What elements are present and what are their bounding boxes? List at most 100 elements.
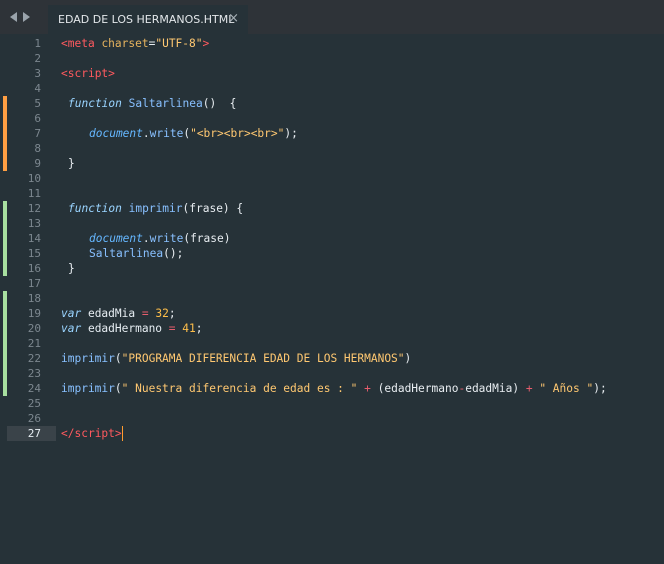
code-line: 1 <meta charset="UTF-8"> (3, 36, 664, 51)
line-number: 20 (27, 322, 41, 335)
code-line: 4 (3, 81, 664, 96)
tag-open-bracket: < (61, 37, 68, 50)
code-text: var edadMia = 32; (61, 306, 176, 321)
code-text: <meta charset="UTF-8"> (61, 36, 209, 51)
line-number: 23 (27, 367, 41, 380)
object-name: document (89, 232, 143, 245)
code-text: } (68, 157, 75, 170)
line-number: 13 (27, 217, 41, 230)
code-line: 17 (3, 276, 664, 291)
code-punctuation: (frase) { (182, 202, 244, 215)
code-expression: edadMia) (465, 382, 526, 395)
code-line: 12 function imprimir(frase) { (3, 201, 664, 216)
operator: = (168, 322, 176, 335)
tag-name: script (74, 427, 115, 440)
code-text: function imprimir(frase) { (68, 201, 243, 216)
line-number: 19 (27, 307, 41, 320)
function-name: Saltarlinea (121, 97, 203, 110)
code-line: 15 Saltarlinea(); (3, 246, 664, 261)
code-line: 3 <script> (3, 66, 664, 81)
code-text: </script> (61, 426, 123, 441)
code-punctuation: ; (195, 322, 203, 335)
line-number: 8 (34, 142, 41, 155)
tab-title: EDAD DE LOS HERMANOS.HTML (58, 13, 235, 26)
code-line: 22 imprimir("PROGRAMA DIFERENCIA EDAD DE… (3, 351, 664, 366)
line-number: 22 (27, 352, 41, 365)
number-literal: 41 (175, 322, 196, 335)
code-expression: (edadHermano (370, 382, 459, 395)
line-number: 17 (27, 277, 41, 290)
number-literal: 32 (148, 307, 169, 320)
object-name: document (89, 127, 143, 140)
attribute-name: charset (94, 37, 149, 50)
previous-tab-icon[interactable] (10, 12, 17, 22)
tag-open-bracket: </ (61, 427, 75, 440)
function-call: imprimir (61, 352, 115, 365)
code-line: 18 (3, 291, 664, 306)
code-text: function Saltarlinea() { (68, 96, 236, 111)
tab-edad-de-los-hermanos[interactable]: EDAD DE LOS HERMANOS.HTML × (48, 5, 248, 34)
code-editor-window: EDAD DE LOS HERMANOS.HTML × 1 <meta char… (0, 0, 664, 564)
tag-close-bracket: > (114, 427, 122, 440)
code-line: 7 document.write("<br><br><br>"); (3, 126, 664, 141)
line-number: 9 (34, 157, 41, 170)
close-tab-icon[interactable]: × (228, 11, 239, 26)
code-line: 13 (3, 216, 664, 231)
code-punctuation: ); (284, 127, 298, 140)
next-tab-icon[interactable] (23, 12, 30, 22)
code-text: document.write("<br><br><br>"); (89, 126, 298, 141)
line-number: 26 (27, 412, 41, 425)
code-text: <script> (61, 66, 115, 81)
line-number: 6 (34, 112, 41, 125)
keyword: var (61, 322, 82, 335)
line-number: 7 (34, 127, 41, 140)
code-text: Saltarlinea(); (89, 246, 183, 261)
code-text: document.write(frase) (89, 231, 230, 246)
code-line: 24 imprimir(" Nuestra diferencia de edad… (3, 381, 664, 396)
operator: = (141, 307, 149, 320)
tag-open-bracket: < (61, 67, 68, 80)
editor-pane[interactable]: 1 <meta charset="UTF-8"> 2 3 <script> 4 … (3, 34, 664, 564)
code-dot: . (142, 232, 150, 245)
function-call: Saltarlinea (89, 247, 164, 260)
code-line: 14 document.write(frase) (3, 231, 664, 246)
line-number: 11 (27, 187, 41, 200)
code-line: 8 (3, 141, 664, 156)
method-name: write (149, 232, 184, 245)
tag-close-bracket: > (202, 37, 210, 50)
line-number: 14 (27, 232, 41, 245)
string-literal: " Nuestra diferencia de edad es : " (121, 382, 358, 395)
tag-close-bracket: > (108, 67, 115, 80)
variable-name: edadHermano (81, 322, 169, 335)
line-number: 21 (27, 337, 41, 350)
code-line: 9 } (3, 156, 664, 171)
code-line: 21 (3, 336, 664, 351)
code-text: imprimir("PROGRAMA DIFERENCIA EDAD DE LO… (61, 351, 411, 366)
method-name: write (149, 127, 184, 140)
line-number: 16 (27, 262, 41, 275)
attribute-value: "UTF-8" (155, 37, 203, 50)
line-number: 25 (27, 397, 41, 410)
function-name: imprimir (121, 202, 183, 215)
line-number: 24 (27, 382, 41, 395)
code-punctuation: (frase) (183, 232, 231, 245)
line-number: 18 (27, 292, 41, 305)
tag-name: script (67, 67, 109, 80)
code-line: 19 var edadMia = 32; (3, 306, 664, 321)
keyword: var (61, 307, 82, 320)
operator: + (525, 382, 533, 395)
code-line: 2 (3, 51, 664, 66)
code-line: 11 (3, 186, 664, 201)
line-number: 12 (27, 202, 41, 215)
code-punctuation: ; (168, 307, 176, 320)
line-number: 4 (34, 82, 41, 95)
code-line: 25 (3, 396, 664, 411)
code-punctuation: ) (404, 352, 412, 365)
line-number: 5 (34, 97, 41, 110)
code-line: 23 (3, 366, 664, 381)
code-dot: . (142, 127, 150, 140)
code-line: 20 var edadHermano = 41; (3, 321, 664, 336)
code-punctuation: (); (163, 247, 184, 260)
tag-name: meta (67, 37, 95, 50)
code-line: 10 (3, 171, 664, 186)
